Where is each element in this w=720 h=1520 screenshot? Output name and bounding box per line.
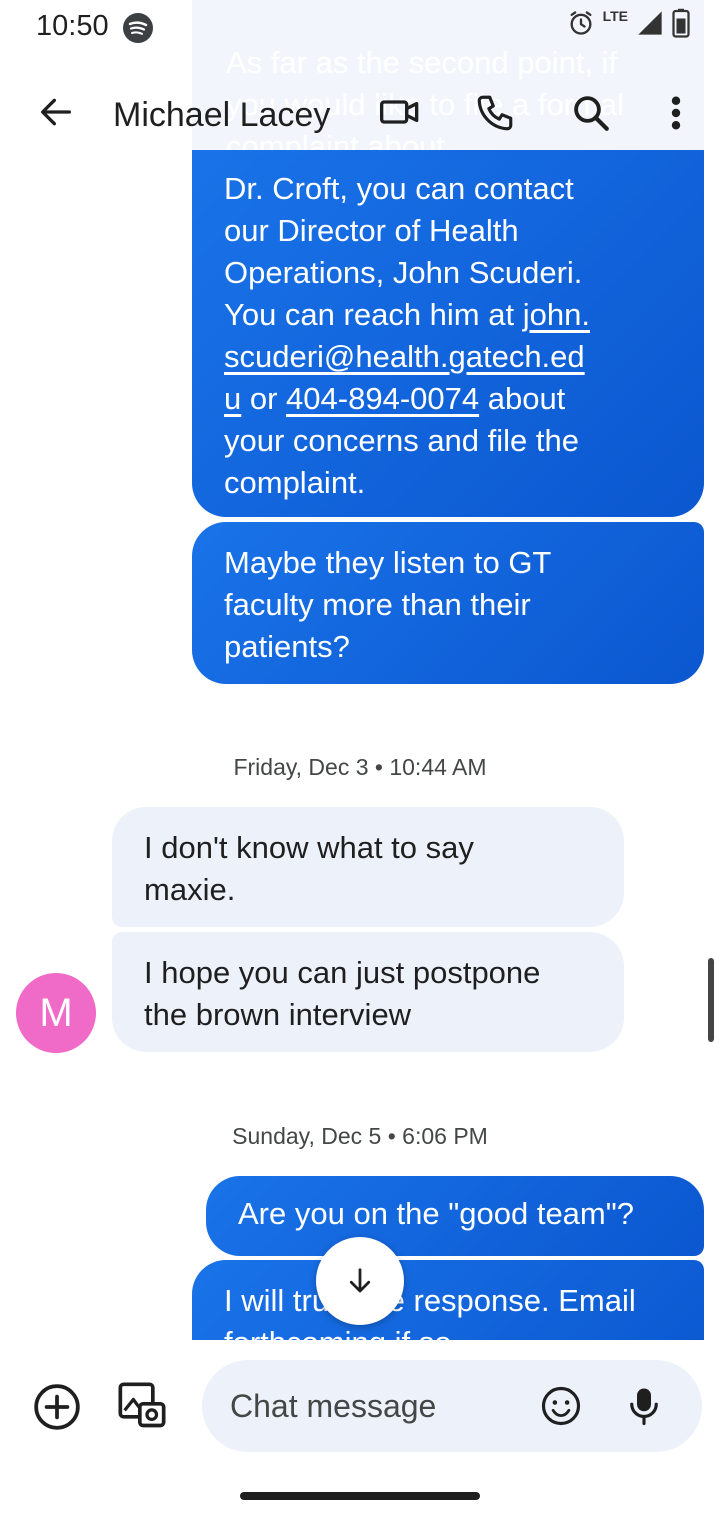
signal-icon xyxy=(638,11,662,35)
message-line: the brown interview xyxy=(144,997,412,1032)
battery-icon xyxy=(672,8,690,38)
message-text: or xyxy=(241,381,287,416)
outgoing-message[interactable]: Maybe they listen to GT faculty more tha… xyxy=(192,522,704,684)
status-time: 10:50 xyxy=(36,10,109,42)
emoji-button[interactable] xyxy=(540,1385,582,1432)
contact-name[interactable]: Michael Lacey xyxy=(113,96,330,135)
message-line: I will trust the response. Email xyxy=(224,1283,636,1318)
message-line: u or 404-894-0074 about xyxy=(224,378,672,420)
composer: Chat message xyxy=(0,1340,720,1470)
photo-camera-icon xyxy=(118,1382,166,1428)
home-indicator[interactable] xyxy=(240,1492,480,1500)
network-type: LTE xyxy=(602,8,628,24)
status-bar: 10:50 LTE xyxy=(0,0,720,56)
outgoing-message[interactable]: Are you on the "good team"? xyxy=(206,1176,704,1256)
arrow-down-icon xyxy=(349,1268,371,1293)
gallery-camera-button[interactable] xyxy=(116,1380,168,1437)
incoming-message[interactable]: I hope you can just postpone the brown i… xyxy=(112,932,624,1052)
message-line: I don't know what to say xyxy=(144,830,474,865)
add-circle-icon xyxy=(34,1384,80,1430)
arrow-back-icon xyxy=(41,98,72,126)
message-line: our Director of Health xyxy=(224,213,519,248)
message-line: patients? xyxy=(224,629,350,664)
voice-input-button[interactable] xyxy=(626,1385,662,1432)
message-line: Operations, John Scuderi. xyxy=(224,255,583,290)
chat-message-input[interactable]: Chat message xyxy=(202,1360,702,1452)
search-button[interactable] xyxy=(570,92,612,139)
more-vert-icon xyxy=(671,96,681,130)
message-text: about xyxy=(479,381,566,416)
message-text: You can reach him at xyxy=(224,297,523,332)
message-line: scuderi@health.gatech.ed xyxy=(224,336,672,378)
search-icon xyxy=(574,96,609,131)
incoming-message[interactable]: I don't know what to say maxie. xyxy=(112,807,624,927)
emoji-icon xyxy=(541,1386,581,1426)
contact-avatar[interactable]: M xyxy=(16,973,96,1053)
outgoing-message[interactable]: Dr. Croft, you can contact our Director … xyxy=(192,150,704,517)
phone-link[interactable]: 404-894-0074 xyxy=(286,381,479,416)
app-bar: Michael Lacey xyxy=(0,56,720,180)
message-line: Are you on the "good team"? xyxy=(238,1196,634,1231)
spotify-icon xyxy=(122,12,154,49)
chat-placeholder: Chat message xyxy=(230,1388,437,1424)
message-line: You can reach him at john. xyxy=(224,294,672,336)
back-button[interactable] xyxy=(36,92,76,137)
email-link[interactable]: u xyxy=(224,381,241,416)
date-separator: Sunday, Dec 5 • 6:06 PM xyxy=(232,1123,488,1149)
voice-call-button[interactable] xyxy=(474,92,516,139)
email-link[interactable]: scuderi@health.gatech.ed xyxy=(224,339,585,374)
message-line: your concerns and file the xyxy=(224,423,579,458)
microphone-icon xyxy=(630,1388,658,1426)
status-icons: LTE xyxy=(567,8,690,38)
message-line: I hope you can just postpone xyxy=(144,955,541,990)
scrollbar[interactable] xyxy=(708,958,714,1042)
message-line: Maybe they listen to GT xyxy=(224,545,552,580)
scroll-to-bottom-button[interactable] xyxy=(316,1237,404,1325)
alarm-icon xyxy=(570,11,592,35)
outgoing-message[interactable]: I will trust the response. Email forthco… xyxy=(192,1260,704,1340)
email-link[interactable]: john. xyxy=(523,297,590,332)
message-line: complaint. xyxy=(224,465,366,500)
add-attachment-button[interactable] xyxy=(32,1382,82,1437)
conversation-view[interactable]: As far as the second point, if you would… xyxy=(0,0,720,1340)
video-call-button[interactable] xyxy=(378,92,422,137)
message-line: forthcoming if so... xyxy=(224,1322,672,1340)
message-line: faculty more than their xyxy=(224,587,531,622)
more-options-button[interactable] xyxy=(660,92,692,139)
video-camera-icon xyxy=(379,100,419,124)
phone-icon xyxy=(477,95,513,131)
date-separator: Friday, Dec 3 • 10:44 AM xyxy=(233,754,487,780)
message-line: maxie. xyxy=(144,872,236,907)
